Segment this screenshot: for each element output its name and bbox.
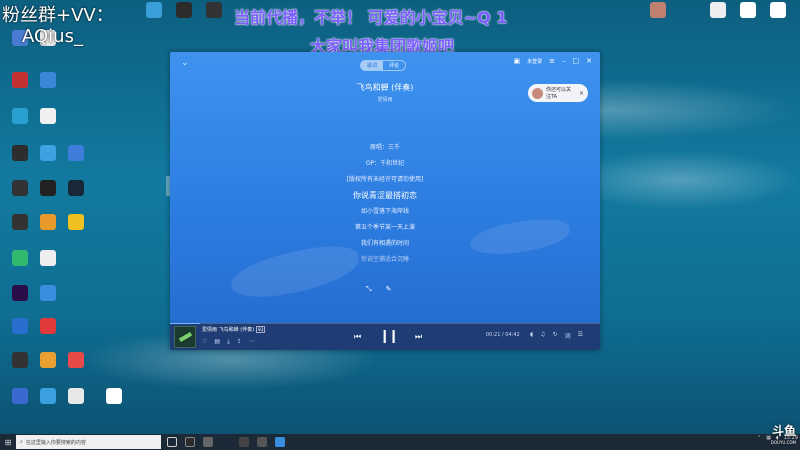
taskbar-app-icon[interactable] (257, 437, 267, 447)
windows-start-icon[interactable]: ⊞ (0, 438, 16, 447)
progress-bar[interactable] (170, 323, 600, 324)
desktop-icon[interactable] (640, 2, 676, 20)
like-icon[interactable]: ♡ (202, 338, 207, 346)
login-link[interactable]: 未登录 (527, 58, 542, 65)
watermark-url: DOUYU.COM (770, 440, 796, 445)
desktop-icon[interactable] (58, 388, 94, 406)
bar-artist[interactable]: 爱情雨 (202, 327, 217, 333)
next-icon[interactable]: ⏭ (415, 332, 422, 342)
lyric-line: [版权所有未经许可请勿使用] (346, 176, 424, 183)
tray-chevron-icon[interactable]: ⌃ (757, 435, 761, 441)
lyrics-comments-switch[interactable]: 歌词 评论 (360, 60, 407, 71)
lyric-line: 如小雪落下海岸线 (360, 208, 409, 215)
artist-avatar (532, 87, 543, 99)
close-bubble-icon[interactable]: ✕ (579, 90, 584, 97)
taskbar-search-box[interactable]: ⌕ 在这里输入你要搜索的内容 (16, 435, 161, 449)
lyric-tools: ⤡ ✎ (366, 285, 391, 294)
search-icon: ⌕ (20, 439, 23, 445)
desktop-icon[interactable] (58, 180, 94, 198)
skin-icon[interactable]: ▣ (513, 57, 520, 65)
bar-title: 飞鸟和蝉 (伴奏) (218, 327, 255, 333)
taskbar-app-icon[interactable] (185, 437, 195, 447)
fullscreen-icon[interactable]: ⤡ (366, 285, 372, 294)
close-icon[interactable]: ✕ (586, 57, 592, 65)
quality-tag: SQ (255, 326, 266, 333)
desktop-icon[interactable] (30, 108, 66, 126)
lyrics-panel: 原唱：三千 OP：千和世纪 [版权所有未经许可请勿使用] 你说青涩最搭初恋 如小… (170, 140, 600, 268)
loop-icon[interactable]: ↻ (553, 331, 558, 340)
lyric-edit-icon[interactable]: ✎ (386, 285, 392, 294)
stream-notice-overlay: 当前代播，不举！ 可爱的小宝贝~Q 1 (234, 8, 508, 27)
taskbar-app-icon[interactable] (203, 437, 213, 447)
bar-right-tools: ◖ ♫ ↻ 词 ☰ (530, 331, 583, 340)
follow-artist-bubble[interactable]: 你还可以关注TA ✕ (528, 84, 588, 102)
menu-icon[interactable]: ≡ (549, 57, 555, 65)
now-playing-info: 爱情雨 飞鸟和蝉 (伴奏) SQ (202, 326, 266, 333)
share-icon[interactable]: ⇪ (237, 338, 242, 346)
tab-comments[interactable]: 评论 (383, 61, 405, 70)
volume-icon[interactable]: ◖ (530, 331, 533, 340)
desktop-icon[interactable] (58, 352, 94, 370)
desktop-icon[interactable] (30, 250, 66, 268)
playlist-icon[interactable]: ☰ (578, 331, 583, 340)
lyric-line: 第五个季节某一天上演 (354, 224, 415, 231)
desktop-icon[interactable] (96, 388, 132, 406)
collapse-chevron-icon[interactable]: ⌄ (181, 58, 189, 68)
playback-time: 00:21 / 04:42 (486, 332, 520, 338)
minimize-icon[interactable]: – (562, 57, 566, 65)
taskbar-app-icon[interactable] (239, 437, 249, 447)
taskbar-apps (167, 437, 285, 447)
desktop-icon[interactable] (30, 285, 66, 303)
tab-lyrics[interactable]: 歌词 (361, 61, 384, 70)
douyu-watermark: 斗鱼 DOUYU.COM (770, 424, 796, 448)
lyric-line: 我们有相遇的时间 (360, 240, 409, 247)
lyric-line: 原唱：三千 (369, 144, 400, 151)
more-icon[interactable]: ⋯ (249, 338, 255, 346)
previous-icon[interactable]: ⏮ (354, 332, 361, 342)
lyric-line: OP：千和世纪 (365, 160, 405, 167)
playback-bar: 爱情雨 飞鸟和蝉 (伴奏) SQ ♡ ▤ ⤓ ⇪ ⋯ ⏮ ❙❙ ⏭ 00:21 … (170, 323, 600, 350)
lyric-line-current: 你说青涩最搭初恋 (353, 191, 417, 200)
lyrics-toggle-icon[interactable]: 词 (565, 331, 571, 340)
taskbar-search-placeholder: 在这里输入你要搜索的内容 (25, 439, 86, 446)
lyric-line: 你说空捕适合沉睡 (360, 256, 409, 263)
desktop-icon[interactable] (30, 72, 66, 90)
music-player-window: ⌄ 歌词 评论 ▣ 未登录 ≡ – □ ✕ 飞鸟和蝉 (伴奏) 爱情雨 你还可以… (170, 52, 600, 350)
desktop-icon[interactable] (58, 214, 94, 232)
window-controls: ▣ 未登录 ≡ – □ ✕ (513, 57, 592, 65)
download-icon[interactable]: ⤓ (227, 338, 230, 346)
album-cover[interactable] (174, 326, 196, 348)
follow-text: 你还可以关注TA (546, 87, 572, 100)
taskbar-app-icon[interactable] (221, 437, 231, 447)
maximize-icon[interactable]: □ (573, 57, 580, 65)
progress-fill (170, 323, 201, 324)
windows-taskbar: ⊞ ⌕ 在这里输入你要搜索的内容 ⌃ ▦ ◖ 15:29 (0, 434, 800, 450)
playback-controls: ⏮ ❙❙ ⏭ (354, 329, 422, 344)
desktop-icon[interactable] (760, 2, 796, 20)
song-actions: ♡ ▤ ⤓ ⇪ ⋯ (202, 338, 255, 346)
effects-icon[interactable]: ♫ (540, 331, 545, 340)
streamer-name-overlay: AQius_ (22, 26, 83, 47)
taskbar-app-icon[interactable] (275, 437, 285, 447)
fans-group-overlay: 粉丝群+VV： (2, 5, 114, 26)
watermark-logo-text: 斗鱼 (771, 424, 796, 438)
desktop-icon[interactable] (30, 318, 66, 336)
folder-add-icon[interactable]: ▤ (214, 338, 220, 346)
desktop-icon[interactable] (196, 2, 232, 20)
pause-icon[interactable]: ❙❙ (379, 329, 399, 344)
desktop-icon[interactable] (58, 145, 94, 163)
task-view-icon[interactable] (167, 437, 177, 447)
